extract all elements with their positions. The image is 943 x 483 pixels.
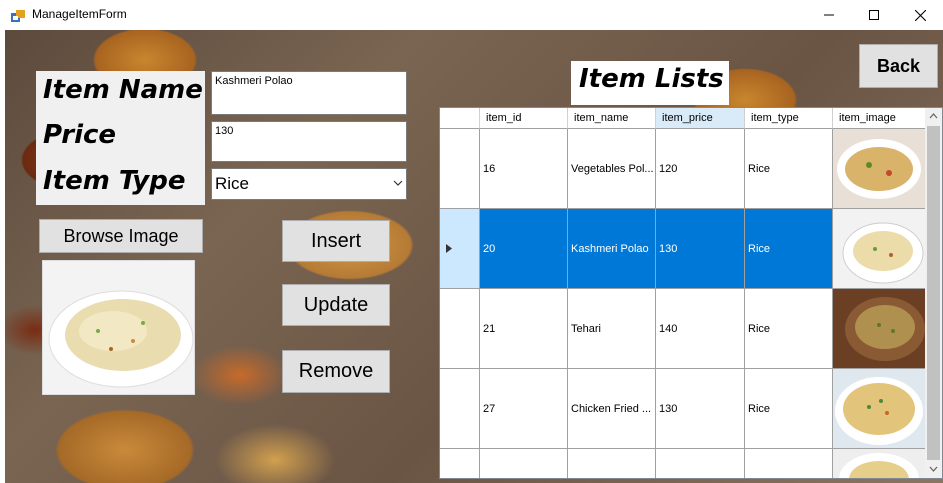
dropdown-chevron-icon	[393, 180, 403, 186]
app-icon	[11, 8, 25, 22]
close-icon	[914, 9, 926, 21]
cell-empty[interactable]	[568, 449, 656, 478]
item-lists-title: Item Lists	[579, 64, 724, 94]
remove-button[interactable]: Remove	[282, 350, 390, 393]
scroll-thumb[interactable]	[927, 126, 940, 460]
item-type-label: Item Type	[43, 166, 186, 196]
item-type-select-value: Rice	[215, 174, 250, 193]
row-header[interactable]	[440, 289, 480, 369]
scroll-down-icon[interactable]	[929, 466, 938, 472]
price-field[interactable]: 130	[211, 121, 407, 162]
price-label: Price	[43, 120, 117, 150]
cell-item-image[interactable]	[833, 289, 926, 369]
title-bar: ManageItemForm	[0, 0, 943, 30]
form-background: Item Name Price Item Type Kashmeri Polao…	[5, 30, 943, 483]
cell-item-name[interactable]: Chicken Fried ...	[568, 369, 656, 449]
window-title: ManageItemForm	[32, 7, 127, 21]
cell-item-id[interactable]: 20	[480, 209, 568, 289]
cell-item-price[interactable]: 130	[656, 209, 745, 289]
cell-item-id[interactable]: 16	[480, 129, 568, 209]
cell-item-image[interactable]	[833, 209, 926, 289]
cell-empty[interactable]	[745, 449, 833, 478]
item-name-label: Item Name	[43, 75, 203, 105]
grid-corner-header	[440, 108, 480, 129]
row-header-selected[interactable]	[440, 209, 480, 289]
cell-item-name[interactable]: Vegetables Pol...	[568, 129, 656, 209]
item-image-preview	[42, 260, 195, 395]
maximize-button[interactable]	[851, 0, 897, 30]
cell-item-image[interactable]	[833, 449, 926, 478]
items-data-grid[interactable]: item_id item_name item_price item_type i…	[439, 107, 943, 479]
update-button[interactable]: Update	[282, 284, 390, 326]
cell-item-price[interactable]: 130	[656, 369, 745, 449]
column-header-item-image[interactable]: item_image	[833, 108, 926, 129]
column-header-item-name[interactable]: item_name	[568, 108, 656, 129]
cell-item-price[interactable]: 120	[656, 129, 745, 209]
cell-empty[interactable]	[480, 449, 568, 478]
cell-item-price[interactable]: 140	[656, 289, 745, 369]
close-button[interactable]	[897, 0, 943, 30]
cell-item-image[interactable]	[833, 129, 926, 209]
browse-image-button[interactable]: Browse Image	[39, 219, 203, 253]
row-header[interactable]	[440, 449, 480, 478]
cell-item-type[interactable]: Rice	[745, 129, 833, 209]
cell-item-type[interactable]: Rice	[745, 369, 833, 449]
row-header[interactable]	[440, 129, 480, 209]
grid-vertical-scrollbar[interactable]	[925, 108, 942, 478]
maximize-icon	[869, 10, 879, 20]
column-header-item-price[interactable]: item_price	[656, 108, 745, 129]
column-header-item-id[interactable]: item_id	[480, 108, 568, 129]
cell-empty[interactable]	[656, 449, 745, 478]
row-pointer-icon	[446, 244, 452, 253]
scroll-up-icon[interactable]	[929, 113, 938, 119]
cell-item-type[interactable]: Rice	[745, 289, 833, 369]
cell-item-image[interactable]	[833, 369, 926, 449]
cell-item-name[interactable]: Kashmeri Polao	[568, 209, 656, 289]
item-lists-title-box: Item Lists	[571, 61, 729, 105]
column-header-item-type[interactable]: item_type	[745, 108, 833, 129]
row-header[interactable]	[440, 369, 480, 449]
cell-item-name[interactable]: Tehari	[568, 289, 656, 369]
back-button[interactable]: Back	[859, 44, 938, 88]
insert-button[interactable]: Insert	[282, 220, 390, 262]
minimize-button[interactable]	[806, 0, 852, 30]
minimize-icon	[824, 14, 834, 16]
cell-item-id[interactable]: 27	[480, 369, 568, 449]
cell-item-id[interactable]: 21	[480, 289, 568, 369]
item-type-select[interactable]: Rice	[211, 168, 407, 200]
item-name-field[interactable]: Kashmeri Polao	[211, 71, 407, 115]
cell-item-type[interactable]: Rice	[745, 209, 833, 289]
